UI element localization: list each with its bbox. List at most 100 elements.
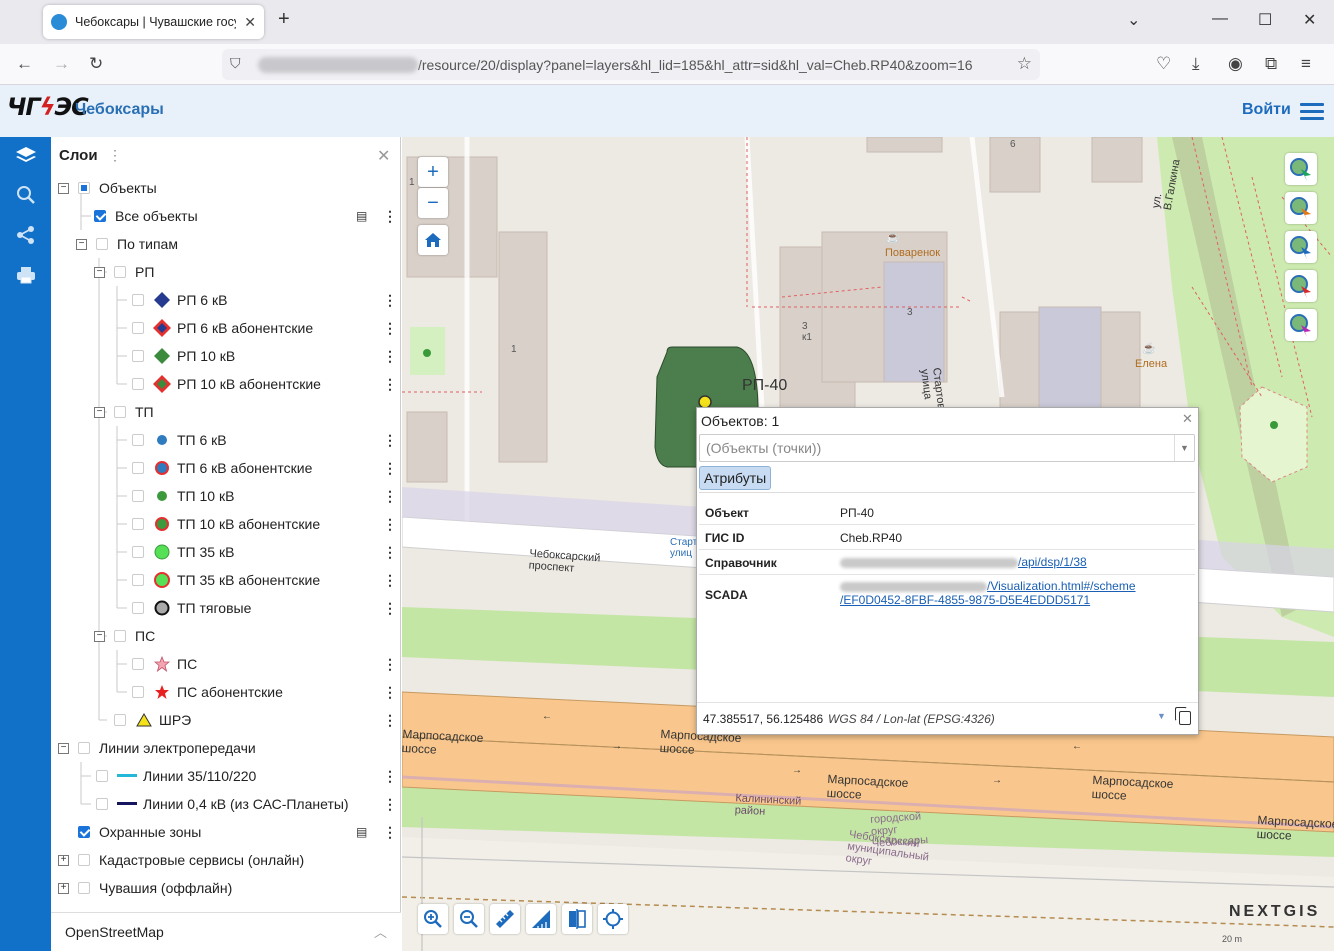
layer-checkbox[interactable] bbox=[132, 462, 144, 474]
layer-menu-icon[interactable]: ⋮ bbox=[383, 292, 397, 309]
zoom-in-button[interactable]: + bbox=[418, 157, 448, 187]
layer-checkbox[interactable] bbox=[132, 350, 144, 362]
layer-menu-icon[interactable]: ⋮ bbox=[383, 796, 397, 813]
basemap-selector[interactable]: OpenStreetMap ︿ bbox=[51, 912, 401, 951]
close-window-icon[interactable]: ✕ bbox=[1303, 10, 1316, 30]
bookmark-star-icon[interactable]: ☆ bbox=[1017, 54, 1032, 74]
layer-menu-icon[interactable]: ⋮ bbox=[383, 768, 397, 785]
layer-checkbox[interactable] bbox=[114, 714, 126, 726]
login-link[interactable]: Войти bbox=[1242, 101, 1291, 119]
layer-rp-10kv[interactable]: РП 10 кВ bbox=[132, 342, 235, 370]
search-icon[interactable] bbox=[14, 185, 38, 209]
layer-checkbox[interactable] bbox=[114, 406, 126, 418]
layer-group-lines[interactable]: − Линии электропередачи bbox=[58, 734, 256, 762]
identify-tool-button[interactable] bbox=[1285, 192, 1317, 224]
swipe-compare-button[interactable] bbox=[562, 904, 592, 934]
download-icon[interactable]: ⤓ bbox=[1192, 54, 1200, 74]
layer-checkbox[interactable] bbox=[96, 770, 108, 782]
collapse-toggle[interactable]: − bbox=[58, 742, 69, 754]
tab-list-chevron-icon[interactable]: ⌄ bbox=[1127, 10, 1140, 30]
copy-icon[interactable] bbox=[1175, 707, 1191, 725]
maximize-icon[interactable]: ☐ bbox=[1258, 10, 1272, 30]
account-icon[interactable]: ◉ bbox=[1228, 54, 1243, 74]
address-bar[interactable]: ⛉ /resource/20/display?panel=layers&hl_l… bbox=[222, 49, 1040, 80]
menu-icon[interactable]: ≡ bbox=[1301, 54, 1311, 74]
collapse-toggle[interactable]: − bbox=[76, 238, 87, 250]
layer-group-by-type[interactable]: − По типам bbox=[76, 230, 178, 258]
layer-checkbox[interactable] bbox=[132, 378, 144, 390]
crs-dropdown-chevron-icon[interactable]: ▼ bbox=[1157, 711, 1166, 721]
close-tab-icon[interactable]: ✕ bbox=[244, 14, 256, 31]
identify-tool-button[interactable] bbox=[1285, 231, 1317, 263]
layer-ps-abonent[interactable]: ПС абонентские bbox=[132, 678, 283, 706]
layer-group-rp[interactable]: − РП bbox=[94, 258, 154, 286]
layer-tp-10kv-abonent[interactable]: ТП 10 кВ абонентские bbox=[132, 510, 320, 538]
layer-tp-35kv[interactable]: ТП 35 кВ bbox=[132, 538, 234, 566]
home-button[interactable] bbox=[418, 225, 448, 255]
layer-group-ps[interactable]: − ПС bbox=[94, 622, 155, 650]
layer-checkbox[interactable] bbox=[132, 518, 144, 530]
minimize-icon[interactable]: — bbox=[1212, 10, 1228, 28]
scada-link[interactable]: /Visualization.html#/scheme/EF0D0452-8FB… bbox=[840, 579, 1136, 607]
back-icon[interactable]: ← bbox=[16, 54, 33, 74]
layer-tp-6kv[interactable]: ТП 6 кВ bbox=[132, 426, 227, 454]
collapse-toggle[interactable]: − bbox=[94, 630, 105, 642]
layer-menu-icon[interactable]: ⋮ bbox=[383, 348, 397, 365]
layer-rp-6kv-abonent[interactable]: РП 6 кВ абонентские bbox=[132, 314, 313, 342]
identify-tool-button[interactable] bbox=[1285, 309, 1317, 341]
layer-checkbox[interactable] bbox=[78, 182, 90, 194]
pocket-icon[interactable]: ♡ bbox=[1156, 54, 1171, 74]
layer-checkbox[interactable] bbox=[96, 238, 108, 250]
layer-checkbox[interactable] bbox=[78, 854, 90, 866]
layer-checkbox[interactable] bbox=[132, 546, 144, 558]
measure-area-button[interactable] bbox=[526, 904, 556, 934]
attribute-table-icon[interactable]: ▤ bbox=[356, 209, 367, 223]
layer-menu-icon[interactable]: ⋮ bbox=[383, 208, 397, 225]
layer-checkbox[interactable] bbox=[132, 294, 144, 306]
layer-menu-icon[interactable]: ⋮ bbox=[383, 320, 397, 337]
layer-checkbox[interactable] bbox=[78, 742, 90, 754]
layer-group-tp[interactable]: − ТП bbox=[94, 398, 154, 426]
attribute-table-icon[interactable]: ▤ bbox=[356, 825, 367, 839]
layer-checkbox[interactable] bbox=[114, 630, 126, 642]
shield-icon[interactable]: ⛉ bbox=[230, 55, 241, 72]
zoom-in-box-button[interactable] bbox=[418, 904, 448, 934]
layer-menu-icon[interactable]: ⋮ bbox=[383, 600, 397, 617]
layer-menu-icon[interactable]: ⋮ bbox=[383, 488, 397, 505]
measure-distance-button[interactable] bbox=[490, 904, 520, 934]
city-title[interactable]: Чебоксары bbox=[75, 101, 164, 119]
layer-menu-icon[interactable]: ⋮ bbox=[383, 656, 397, 673]
geolocate-button[interactable] bbox=[598, 904, 628, 934]
reload-icon[interactable]: ↻ bbox=[89, 54, 103, 74]
hamburger-menu-icon[interactable] bbox=[1300, 103, 1324, 121]
layer-checkbox[interactable] bbox=[94, 210, 106, 222]
layer-menu-icon[interactable]: ⋮ bbox=[383, 572, 397, 589]
layer-menu-icon[interactable]: ⋮ bbox=[383, 516, 397, 533]
handbook-link[interactable]: /api/dsp/1/38 bbox=[840, 555, 1087, 569]
forward-icon[interactable]: → bbox=[53, 54, 70, 74]
layer-menu-icon[interactable]: ⋮ bbox=[383, 712, 397, 729]
share-icon[interactable] bbox=[14, 225, 38, 249]
layer-menu-icon[interactable]: ⋮ bbox=[383, 376, 397, 393]
layer-menu-icon[interactable]: ⋮ bbox=[383, 684, 397, 701]
collapse-toggle[interactable]: − bbox=[58, 182, 69, 194]
layer-ps[interactable]: ПС bbox=[132, 650, 197, 678]
map-view[interactable]: ←←← →→→ 1 1 6 3 к1 3 ☕ Поваренок ☕ Елена… bbox=[402, 137, 1334, 951]
expand-toggle[interactable]: + bbox=[58, 882, 69, 894]
layer-menu-icon[interactable]: ⋮ bbox=[383, 544, 397, 561]
popup-close-icon[interactable]: ✕ bbox=[1182, 411, 1193, 427]
browser-tab[interactable]: Чебоксары | Чувашские госуд ✕ bbox=[43, 5, 264, 39]
identify-tool-button[interactable] bbox=[1285, 153, 1317, 185]
layer-checkbox[interactable] bbox=[132, 574, 144, 586]
layer-shre[interactable]: ШРЭ bbox=[114, 706, 191, 734]
tab-attributes[interactable]: Атрибуты bbox=[699, 466, 772, 490]
layer-menu-icon[interactable]: ⋮ bbox=[383, 824, 397, 841]
zoom-out-box-button[interactable] bbox=[454, 904, 484, 934]
layer-group-chuvashia[interactable]: + Чувашия (оффлайн) bbox=[58, 874, 232, 902]
layer-tp-10kv[interactable]: ТП 10 кВ bbox=[132, 482, 234, 510]
feature-select[interactable]: (Объекты (точки)) ▼ bbox=[699, 434, 1195, 462]
layer-rp-10kv-abonent[interactable]: РП 10 кВ абонентские bbox=[132, 370, 321, 398]
chevron-up-icon[interactable]: ︿ bbox=[374, 922, 387, 941]
layer-all-objects[interactable]: Все объекты bbox=[94, 202, 198, 230]
layer-checkbox[interactable] bbox=[132, 434, 144, 446]
